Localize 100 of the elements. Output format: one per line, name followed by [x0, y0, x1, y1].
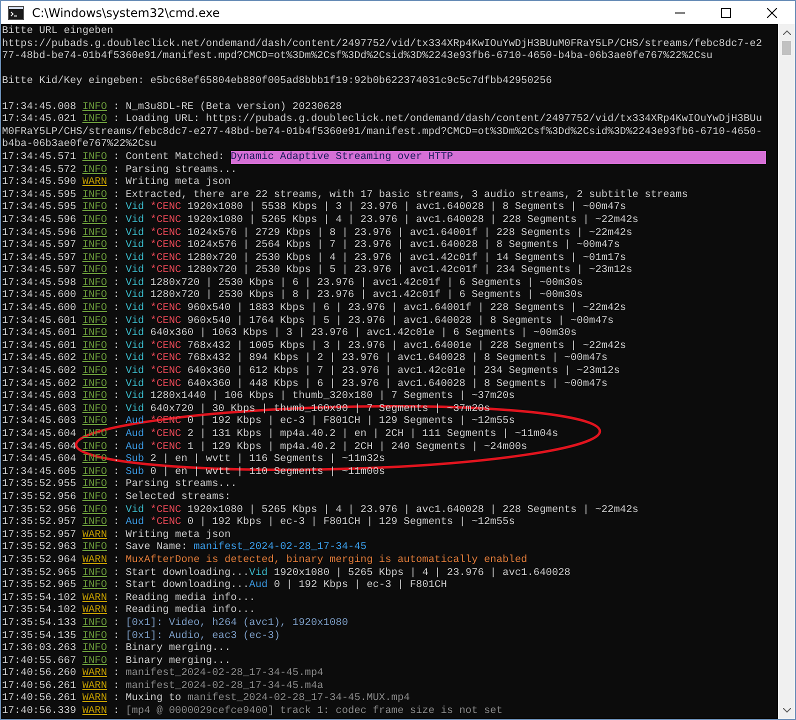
log-level: INFO — [82, 100, 108, 114]
log-text: : — [113, 365, 120, 378]
console-text: https://pubads.g.doubleclick.net/ondemand/dash/content/2497752/vid/tx334XRp4KwIOuYwDjH3BUuM0FRaY5LP/CHS/streams/febc8dc7-e2 — [2, 38, 762, 50]
log-text: : — [113, 630, 120, 642]
log-timestamp: 17:34:45.604 — [2, 453, 76, 466]
log-timestamp: 17:34:45.601 — [2, 327, 76, 340]
console-text: M0FRaY5LP/CHS/streams/febc8dc7-e277-48bd-be74-01b4f5360e91/manifest.mpd?CMCD=ot%3Dm%2Csf%3Dd%2Csid%3D%2243e93fb6-6710-4650- — [2, 126, 762, 138]
log-timestamp: 17:40:56.261 — [2, 692, 76, 706]
log-level: INFO — [82, 516, 108, 529]
log-text: 640x360 | 1063 Kbps | 3 | 23.976 | avc1.42c01e | 6 Segments | ~00m30s — [150, 327, 577, 340]
log-text: : Parsing streams... — [113, 164, 237, 176]
encryption-tag: *CENC — [150, 340, 188, 352]
log-level: INFO — [82, 390, 108, 403]
stream-type: Vid — [126, 390, 146, 403]
window-title: C:\Windows\system32\cmd.exe — [32, 6, 221, 20]
log-text: : — [113, 314, 120, 328]
stream-type: Vid — [126, 226, 146, 240]
log-level: INFO — [82, 214, 108, 226]
log-timestamp: 17:36:03.263 — [2, 642, 76, 655]
encryption-tag: *CENC — [150, 378, 188, 390]
log-text: : — [113, 352, 120, 366]
log-text: : — [113, 289, 120, 302]
maximize-icon — [721, 8, 731, 18]
log-timestamp: 17:34:45.596 — [2, 214, 76, 226]
encryption-tag: *CENC — [150, 239, 188, 252]
file-name: manifest_2024-02-28_17-34-45.m4a — [126, 680, 324, 692]
log-text: : — [113, 226, 120, 240]
file-name: manifest_2024-02-28_17-34-45.mp4 — [126, 667, 324, 680]
log-level: WARN — [82, 176, 108, 189]
log-timestamp: 17:34:45.595 — [2, 201, 76, 214]
log-text: 1920x1080 | 5265 Kbps | 4 | 23.976 | avc1.640028 | 228 Segments | ~22m42s — [187, 214, 638, 226]
encryption-tag: *CENC — [150, 314, 188, 328]
log-level: INFO — [82, 490, 108, 504]
log-text: 1920x1080 | 5265 Kbps | 4 | 23.976 | avc1.640028 | 228 Segments | ~22m42s — [187, 504, 638, 516]
log-timestamp: 17:34:45.603 — [2, 402, 76, 416]
log-text: : — [113, 276, 120, 290]
scroll-down-icon[interactable] — [782, 708, 790, 713]
log-text: 2 | 131 Kbps | mp4a.40.2 | en | 2CH | 111 Segments | ~11m04s — [187, 428, 558, 441]
scrollbar-thumb[interactable] — [782, 41, 791, 55]
log-level: WARN — [82, 705, 108, 718]
log-text: 1 | 129 Kbps | mp4a.40.2 | 2CH | 240 Segments | ~24m00s — [187, 440, 528, 454]
log-level: INFO — [82, 340, 108, 352]
log-timestamp: 17:34:45.595 — [2, 188, 76, 202]
log-text: 640x360 | 612 Kbps | 7 | 23.976 | avc1.42c01e | 234 Segments | ~23m12s — [187, 365, 620, 378]
log-timestamp: 17:35:52.964 — [2, 554, 76, 567]
log-text: 0 | 192 Kbps | ec-3 | F801CH — [274, 579, 447, 592]
log-timestamp: 17:34:45.604 — [2, 440, 76, 454]
log-level: INFO — [82, 504, 108, 516]
log-text: : — [113, 705, 120, 718]
encryption-tag: *CENC — [150, 428, 188, 441]
log-level: INFO — [82, 440, 108, 454]
log-level: WARN — [82, 528, 108, 542]
log-level: INFO — [82, 264, 108, 277]
log-text: : Start downloading... — [113, 579, 250, 592]
log-text: : Binary merging... — [113, 654, 231, 668]
log-timestamp: 17:34:45.604 — [2, 428, 76, 441]
file-name: manifest_2024-02-28_17-34-45.MUX.mp4 — [187, 692, 410, 706]
log-timestamp: 17:35:54.102 — [2, 604, 76, 617]
log-timestamp: 17:34:45.590 — [2, 176, 76, 189]
log-text: : — [113, 302, 120, 315]
log-text: : — [113, 616, 120, 630]
log-timestamp: 17:40:56.339 — [2, 705, 76, 718]
log-timestamp: 17:40:56.261 — [2, 680, 76, 692]
log-text: 960x540 | 1883 Kbps | 6 | 23.976 | avc1.64001f | 228 Segments | ~22m42s — [187, 302, 626, 315]
console-text: Bitte Kid/Key eingeben: e5bc68ef65804eb880f005ad8bbb1f19:92b0b622374031c9c5c7dfbb42950256 — [2, 75, 552, 88]
log-text: 1280x1440 | 106 Kbps | thumb_320x180 | 7 Segments | ~37m20s — [150, 390, 515, 403]
log-text: 640x360 | 448 Kbps | 6 | 23.976 | avc1.640028 | 8 Segments | ~00m47s — [187, 378, 608, 390]
log-level: WARN — [82, 604, 108, 617]
stream-type: Aud — [126, 428, 146, 441]
log-text: : Start downloading... — [113, 566, 250, 580]
log-text: : Muxing to — [113, 692, 182, 706]
encryption-tag: *CENC — [150, 516, 188, 529]
log-level: INFO — [82, 150, 108, 164]
scroll-up-icon[interactable] — [782, 30, 790, 35]
log-text: : — [113, 554, 120, 567]
log-timestamp: 17:35:54.135 — [2, 630, 76, 642]
log-timestamp: 17:34:45.601 — [2, 314, 76, 328]
log-text: 0 | 192 Kbps | ec-3 | F801CH | 129 Segments | ~12m55s — [187, 415, 515, 428]
log-text: : — [113, 390, 120, 403]
log-timestamp: 17:35:52.955 — [2, 478, 76, 491]
log-timestamp: 17:34:45.598 — [2, 276, 76, 290]
log-timestamp: 17:34:45.600 — [2, 302, 76, 315]
log-text: : Reading media info... — [113, 604, 256, 617]
log-timestamp: 17:35:52.957 — [2, 516, 76, 529]
log-text: : Loading URL: https://pubads.g.doubleclick.net/ondemand/dash/content/2497752/vid/tx334XRp4KwIOuYwDjH3BUu — [113, 113, 762, 126]
log-text: : Selected streams: — [113, 490, 231, 504]
stream-type: Sub — [126, 453, 146, 466]
log-text: : Parsing streams... — [113, 478, 237, 491]
scrollbar[interactable] — [778, 24, 795, 719]
log-timestamp: 17:35:52.963 — [2, 541, 76, 554]
log-text: : — [113, 201, 120, 214]
log-text: : — [113, 327, 120, 340]
log-text: 1280x720 | 2530 Kbps | 8 | 23.976 | avc1.42c01f | 6 Segments | ~00m30s — [150, 289, 583, 302]
log-level: INFO — [82, 642, 108, 655]
log-timestamp: 17:34:45.600 — [2, 289, 76, 302]
log-timestamp: 17:35:54.133 — [2, 616, 76, 630]
log-timestamp: 17:34:45.603 — [2, 415, 76, 428]
stream-type: Vid — [126, 239, 146, 252]
log-text: : — [113, 214, 120, 226]
log-level: INFO — [82, 654, 108, 668]
